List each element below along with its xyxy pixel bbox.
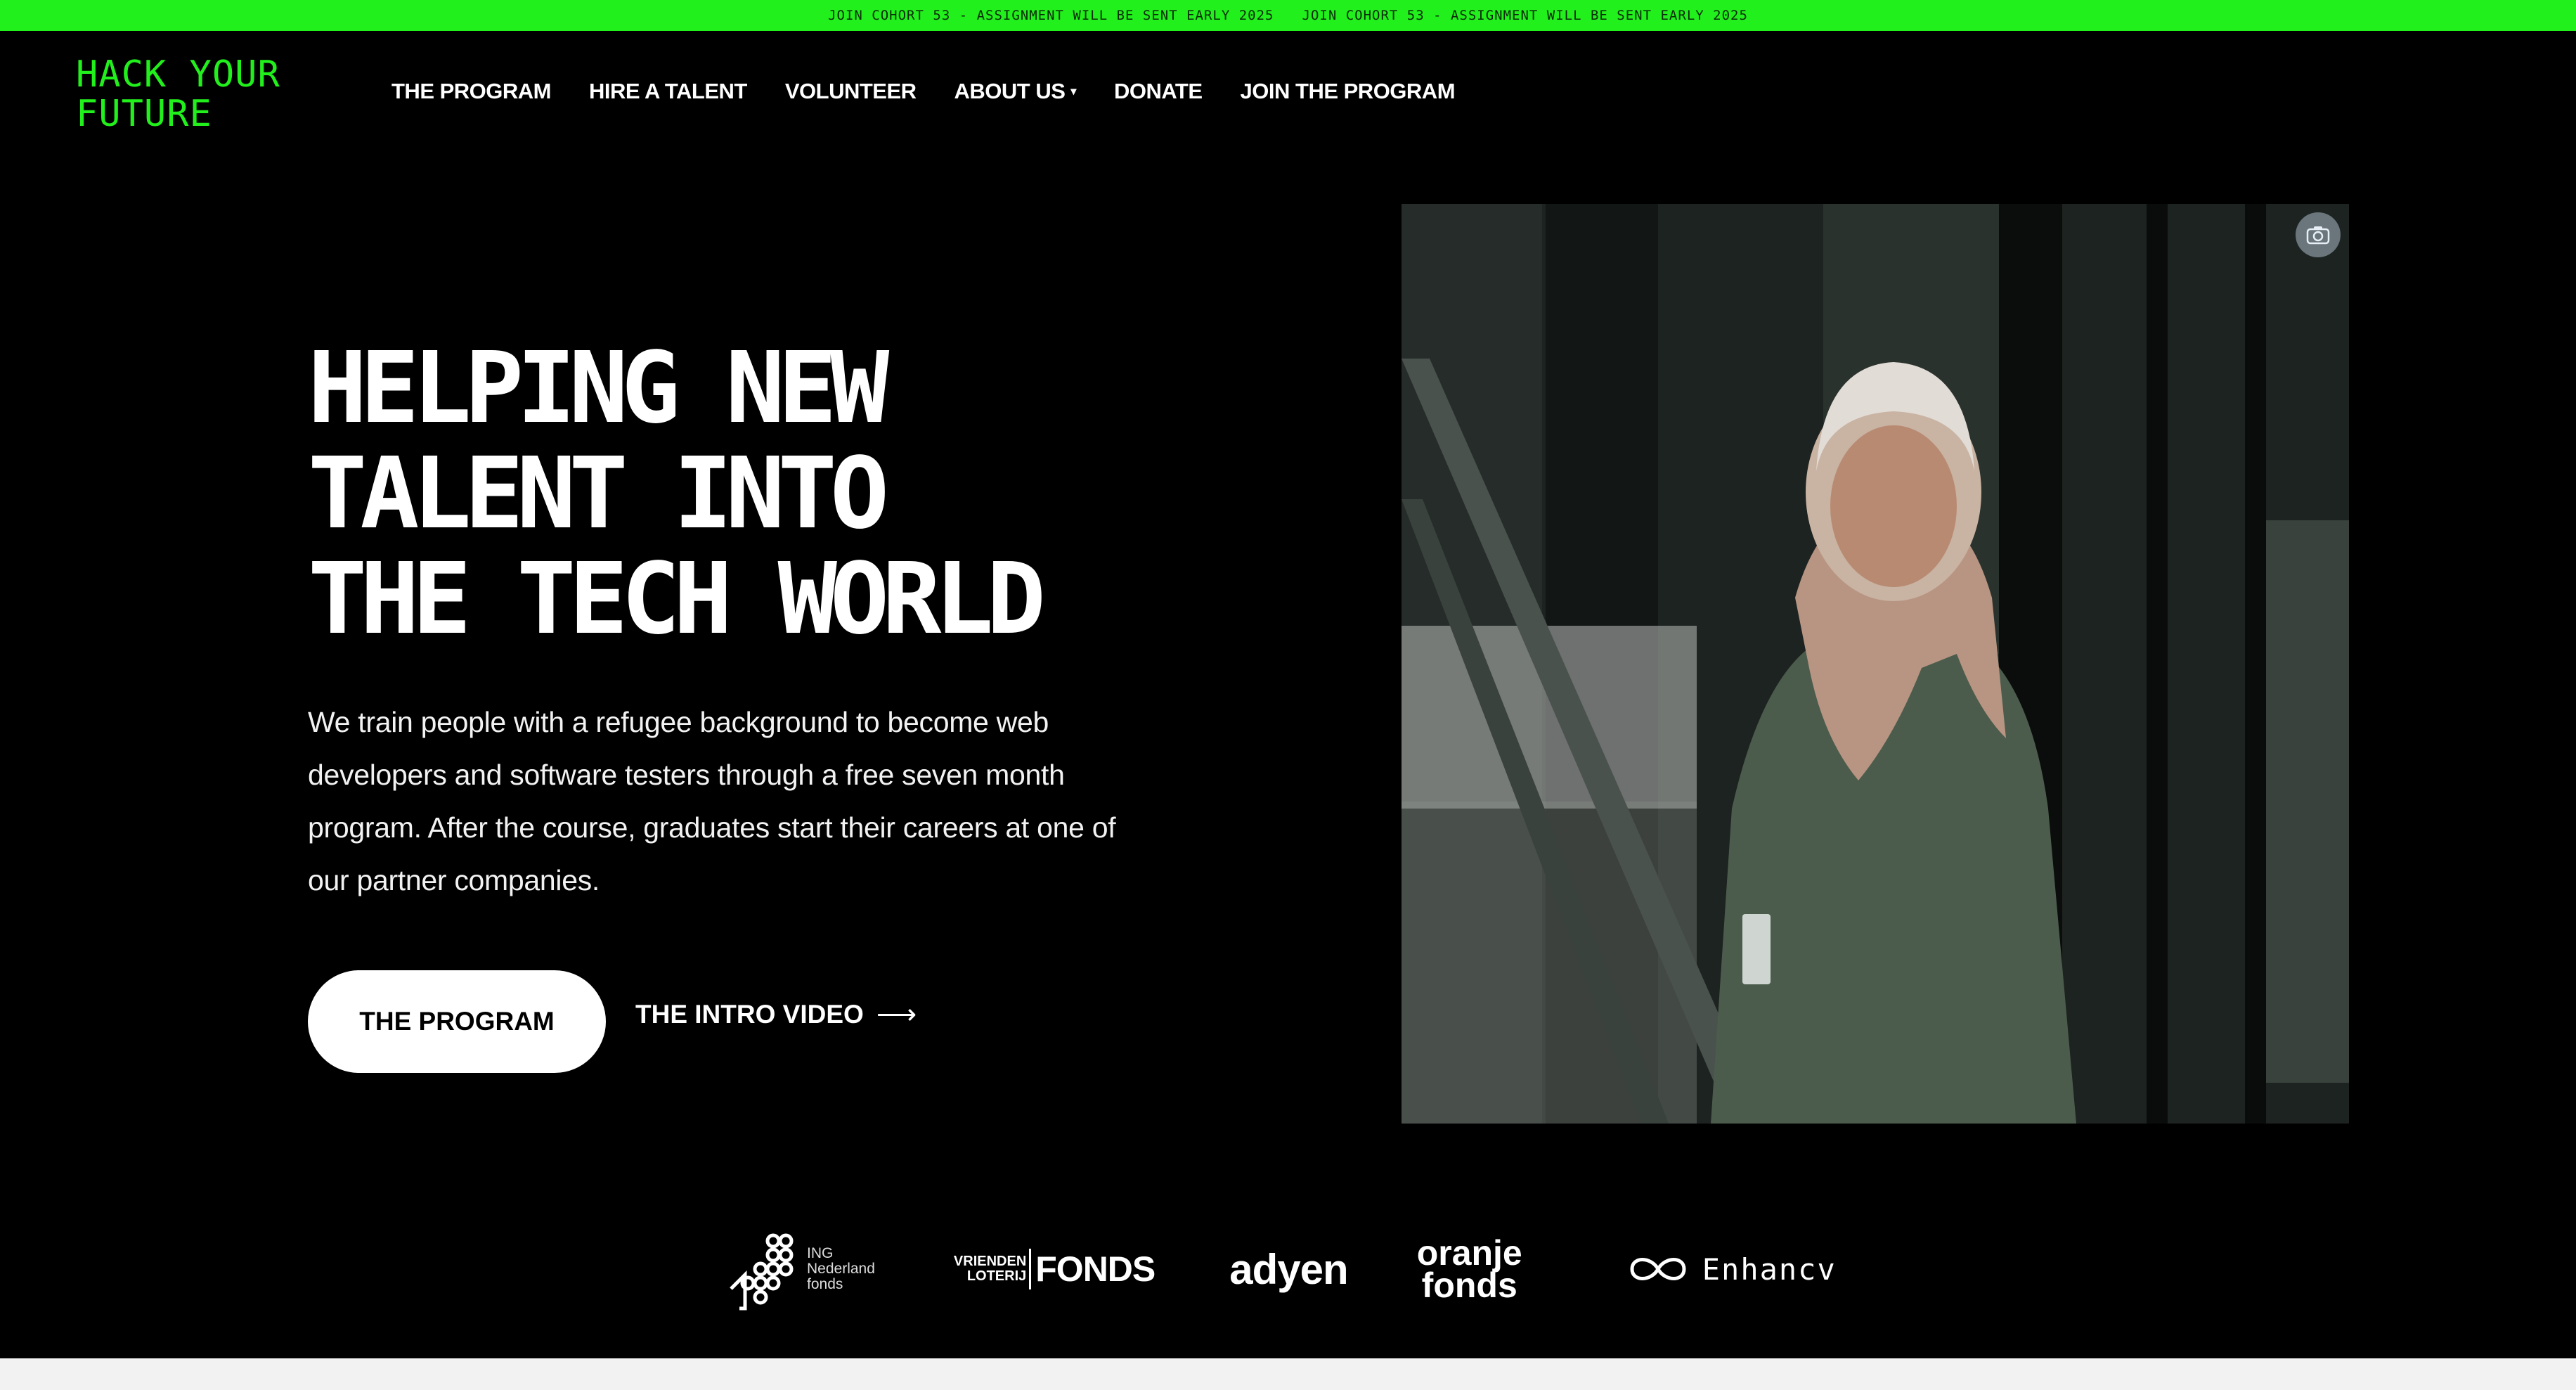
ing-nederland-fonds-logo[interactable]: ING Nederland fonds — [724, 1225, 875, 1313]
nav-join-the-program[interactable]: JOIN THE PROGRAM — [1241, 79, 1456, 104]
ticker-text: JOIN COHORT 53 - ASSIGNMENT WILL BE SENT… — [1302, 8, 1748, 23]
hero-headline: HELPING NEW TALENT INTO THE TECH WORLD — [308, 336, 1151, 652]
vf-small-text: VRIENDEN — [953, 1254, 1027, 1269]
nav-donate[interactable]: DONATE — [1114, 79, 1203, 104]
nav-about-us-label: ABOUT US — [954, 79, 1066, 103]
headline-line: HELPING NEW — [308, 331, 889, 446]
vf-small-text: LOTERIJ — [966, 1268, 1027, 1284]
partner-logos: ING Nederland fonds VRIENDEN LOTERIJ FON… — [724, 1223, 1849, 1315]
camera-icon[interactable] — [2296, 212, 2341, 257]
logo-line: FUTURE — [76, 93, 212, 135]
ticker-text: JOIN COHORT 53 - ASSIGNMENT WILL BE SENT… — [828, 8, 1274, 23]
ing-logo-text: Nederland — [807, 1261, 875, 1277]
page-bottom-strip — [0, 1358, 2576, 1390]
hero-intro: We train people with a refugee backgroun… — [308, 706, 1116, 896]
headline-line: THE TECH WORLD — [308, 542, 1046, 657]
adyen-logo[interactable]: adyen — [1229, 1245, 1348, 1294]
oranje-logo-text: fonds — [1421, 1266, 1517, 1305]
main-nav: THE PROGRAM HIRE A TALENT VOLUNTEER ABOU… — [391, 79, 1456, 104]
enhancv-logo-text: Enhancv — [1702, 1251, 1837, 1287]
announcement-ticker[interactable]: JOIN COHORT 53 - ASSIGNMENT WILL BE SENT… — [0, 0, 2576, 31]
hero-photo-illustration — [1402, 204, 2349, 1124]
vf-big-text: FONDS — [1029, 1249, 1156, 1289]
arrow-right-icon: ⟶ — [876, 999, 917, 1030]
headline-line: TALENT INTO — [308, 437, 889, 551]
nav-volunteer[interactable]: VOLUNTEER — [785, 79, 917, 104]
enhancv-logo[interactable]: Enhancv — [1626, 1251, 1837, 1287]
hero-photo — [1402, 204, 2349, 1124]
nav-about-us[interactable]: ABOUT US ▾ — [954, 79, 1077, 104]
ing-logo-text: fonds — [807, 1276, 843, 1292]
ing-logo-text: ING — [807, 1245, 834, 1261]
logo-line: HACK YOUR — [76, 53, 280, 96]
vriendenloterij-fonds-logo[interactable]: VRIENDEN LOTERIJ FONDS — [953, 1249, 1156, 1289]
oranje-logo-text: oranje — [1416, 1233, 1522, 1273]
site-logo[interactable]: HACK YOUR FUTURE — [76, 55, 301, 134]
the-program-button[interactable]: THE PROGRAM — [308, 970, 606, 1073]
intro-video-link[interactable]: THE INTRO VIDEO ⟶ — [635, 997, 917, 1032]
ing-lion-icon — [730, 1233, 794, 1310]
nav-hire-a-talent[interactable]: HIRE A TALENT — [589, 79, 747, 104]
nav-the-program[interactable]: THE PROGRAM — [391, 79, 552, 104]
chevron-down-icon: ▾ — [1070, 86, 1076, 98]
intro-video-label: THE INTRO VIDEO — [635, 1000, 864, 1029]
camera-glyph — [2306, 226, 2330, 245]
oranje-fonds-logo[interactable]: oranje fonds — [1416, 1233, 1522, 1305]
enhancv-infinity-icon — [1630, 1258, 1686, 1280]
